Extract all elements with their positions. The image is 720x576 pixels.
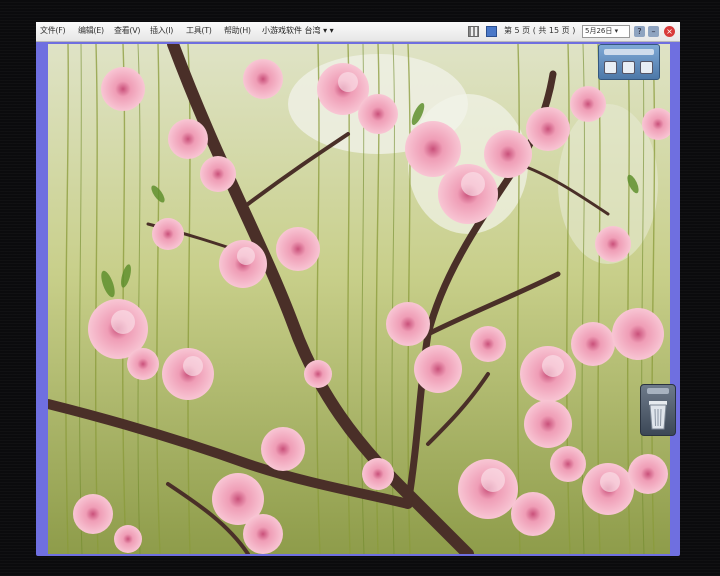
screen-icon[interactable] [486,26,497,37]
app-window: 文件(F) 编辑(E) 查看(V) 插入(I) 工具(T) 帮助(H) 小游戏软… [36,22,680,556]
window-title[interactable]: 小游戏软件 台湾 ▾ ▾ [262,25,334,37]
mini-toolbar-title-strip [604,49,654,55]
photo-peach-blossom [48,44,670,554]
date-dropdown[interactable]: 5月26日 ▾ [582,25,630,38]
mini-toolbar-button-3[interactable] [640,61,653,74]
menu-view[interactable]: 查看(V) [114,25,141,37]
mini-toolbar-button-1[interactable] [604,61,617,74]
menu-bar: 文件(F) 编辑(E) 查看(V) 插入(I) 工具(T) 帮助(H) 小游戏软… [36,22,680,42]
page-status: 第 5 页 ( 共 15 页 ) [504,26,576,35]
menu-help[interactable]: 帮助(H) [224,25,251,37]
mini-toolbar-button-2[interactable] [622,61,635,74]
minimize-icon[interactable]: – [648,26,659,37]
menu-file[interactable]: 文件(F) [40,25,66,37]
help-icon[interactable]: ? [634,26,645,37]
grid-icon[interactable] [468,26,479,37]
menu-tools[interactable]: 工具(T) [186,25,212,37]
recycle-bin-widget[interactable] [640,384,676,436]
trash-icon [647,388,669,430]
menu-insert[interactable]: 插入(I) [150,25,173,37]
menu-edit[interactable]: 编辑(E) [78,25,104,37]
mini-toolbar [598,44,660,80]
close-icon[interactable]: × [664,26,675,37]
